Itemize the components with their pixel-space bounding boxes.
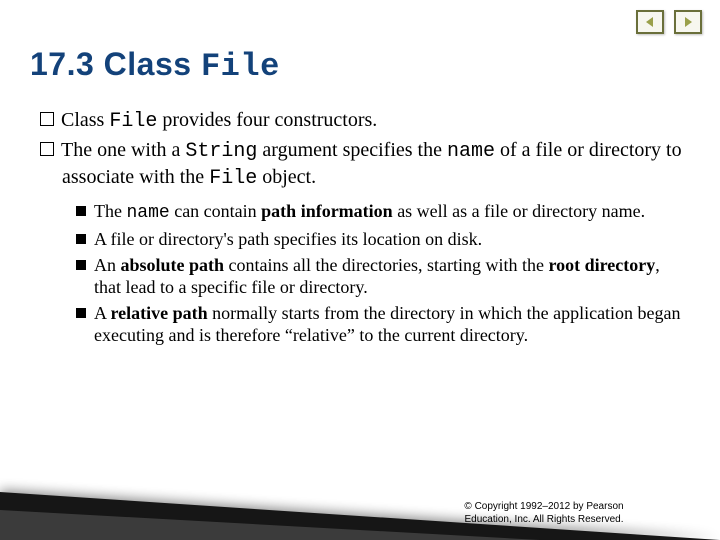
slide: 17.3 Class File Class File provides four…	[0, 0, 720, 540]
bold-root-directory: root directory	[548, 255, 655, 275]
bullet-primary: The one with a String argument specifies…	[40, 138, 686, 191]
text: argument specifies the	[257, 139, 447, 161]
bullet-sub: A file or directory's path specifies its…	[76, 229, 686, 251]
code-name: name	[126, 203, 169, 223]
text: The one with a	[61, 139, 185, 161]
bullet-sub: The name can contain path information as…	[76, 201, 686, 225]
prev-slide-button[interactable]	[636, 10, 664, 34]
bold-relative-path: relative path	[111, 303, 208, 323]
code-file: File	[109, 110, 157, 133]
sub-bullet-list: The name can contain path information as…	[40, 201, 686, 347]
copyright-footer: © Copyright 1992–2012 by Pearson Educati…	[394, 501, 694, 526]
arrow-right-icon	[682, 16, 694, 28]
text: The	[94, 201, 126, 221]
title-code-file: File	[201, 48, 280, 85]
section-number: 17.3	[30, 46, 94, 82]
arrow-left-icon	[644, 16, 656, 28]
square-bullet-icon	[40, 142, 54, 156]
filled-square-bullet-icon	[76, 206, 86, 216]
filled-square-bullet-icon	[76, 260, 86, 270]
text: provides four constructors.	[157, 109, 377, 131]
square-bullet-icon	[40, 112, 54, 126]
bold-path-information: path information	[261, 201, 393, 221]
next-slide-button[interactable]	[674, 10, 702, 34]
code-name: name	[447, 140, 495, 163]
slide-title: 17.3 Class File	[30, 46, 280, 85]
text: Class	[61, 109, 109, 131]
copyright-line-1: © Copyright 1992–2012 by Pearson	[394, 501, 694, 514]
text: object.	[257, 166, 316, 188]
text: can contain	[170, 201, 261, 221]
bullet-sub: An absolute path contains all the direct…	[76, 255, 686, 299]
code-string: String	[185, 140, 257, 163]
copyright-line-2: Education, Inc. All Rights Reserved.	[394, 514, 694, 527]
text: contains all the directories, starting w…	[224, 255, 548, 275]
bullet-sub: A relative path normally starts from the…	[76, 303, 686, 347]
title-word-class: Class	[104, 46, 192, 82]
filled-square-bullet-icon	[76, 308, 86, 318]
text: A file or directory's path specifies its…	[94, 229, 482, 249]
text: An	[94, 255, 121, 275]
filled-square-bullet-icon	[76, 234, 86, 244]
bullet-primary: Class File provides four constructors.	[40, 108, 686, 134]
text: A	[94, 303, 111, 323]
code-file: File	[209, 167, 257, 190]
text: as well as a file or directory name.	[393, 201, 645, 221]
nav-controls	[636, 10, 702, 34]
slide-body: Class File provides four constructors. T…	[40, 108, 686, 351]
bold-absolute-path: absolute path	[121, 255, 225, 275]
